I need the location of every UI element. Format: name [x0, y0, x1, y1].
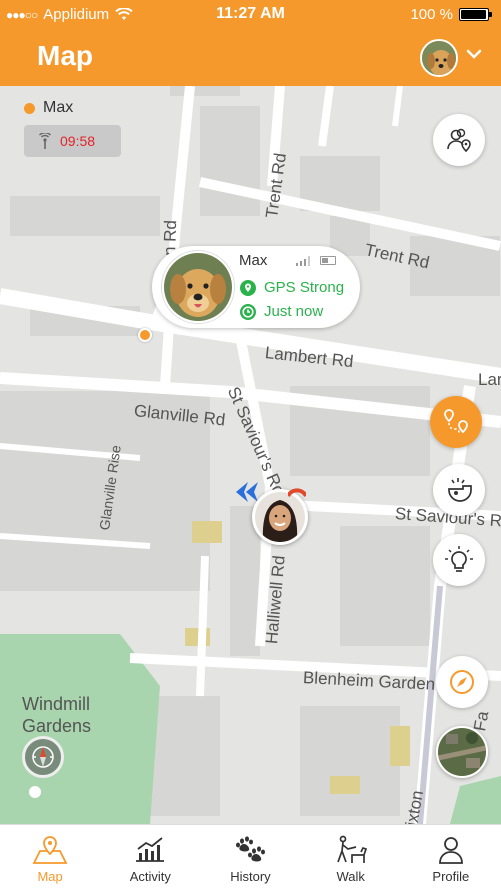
timer-value: 09:58	[60, 133, 96, 149]
light-button[interactable]	[433, 534, 485, 586]
dog-avatar-icon	[422, 41, 456, 75]
gps-pin-icon	[240, 279, 256, 296]
heading-indicator-icon	[288, 488, 306, 498]
pet-status-panel: Max 09:58	[24, 99, 121, 157]
pet-color-dot	[24, 102, 35, 114]
cell-signal-icon	[296, 256, 310, 266]
satellite-view-button[interactable]	[436, 726, 488, 778]
compass-icon	[450, 670, 474, 694]
tab-history[interactable]: History	[200, 825, 300, 890]
tab-label-profile: Profile	[432, 869, 470, 884]
whistle-icon	[448, 478, 472, 502]
tab-label-activity: Activity	[129, 869, 171, 884]
tab-label-map: Map	[37, 869, 63, 884]
walk-dog-icon	[336, 835, 367, 863]
tab-walk[interactable]: Walk	[301, 825, 401, 890]
battery-icon	[459, 8, 492, 21]
paw-icon	[236, 836, 266, 862]
pet-status-name: Max	[43, 99, 74, 116]
pet-info-popup[interactable]: Max GPS Strong Just now	[152, 246, 360, 328]
pet-location-marker[interactable]	[138, 328, 152, 342]
whistle-button[interactable]	[433, 464, 485, 516]
park-label-windmill-gardens: Windmill Gardens	[22, 694, 92, 736]
road-label-lambert-rd-cut: Lar	[478, 370, 501, 389]
lightbulb-icon	[445, 546, 473, 572]
route-button[interactable]	[430, 396, 482, 448]
people-pin-icon	[447, 128, 471, 153]
gps-status-row: GPS Strong	[240, 279, 344, 296]
status-bar: ●●●○○ Applidium 11:27 AM 100 %	[0, 0, 501, 30]
profile-icon	[438, 837, 463, 864]
last-update-text: Just now	[264, 303, 324, 320]
route-icon	[444, 409, 468, 434]
page-title: Map	[37, 40, 93, 71]
gps-status-text: GPS Strong	[264, 279, 345, 296]
battery-percent: 100 %	[410, 6, 453, 23]
signal-broadcast-icon	[39, 133, 51, 149]
tracking-timer: 09:58	[24, 125, 121, 157]
tab-profile[interactable]: Profile	[401, 825, 501, 890]
activity-icon	[136, 837, 165, 862]
pet-battery-icon	[320, 256, 336, 265]
user-photo-icon	[255, 492, 305, 542]
map-orientation-button[interactable]	[22, 736, 64, 778]
popup-pet-name: Max	[239, 252, 268, 269]
header-bar: ●●●○○ Applidium 11:27 AM 100 % Map	[0, 0, 501, 86]
last-update-row: Just now	[240, 303, 323, 320]
tab-label-walk: Walk	[336, 869, 365, 884]
friends-location-button[interactable]	[433, 114, 485, 166]
compass-button[interactable]	[436, 656, 488, 708]
map-view[interactable]: Trent Rd Trent Rd n Rd Lambert Rd Lar Gl…	[0, 86, 501, 824]
pet-avatar-selector[interactable]	[420, 39, 458, 77]
tab-map[interactable]: Map	[0, 825, 100, 890]
dog-photo-icon	[164, 253, 232, 321]
chevron-down-icon[interactable]	[466, 48, 482, 60]
map-icon	[32, 836, 68, 864]
clock-icon	[240, 303, 256, 320]
north-arrow-icon	[32, 746, 54, 768]
tab-activity[interactable]: Activity	[100, 825, 200, 890]
tab-bar: Map Activity History Walk Profile	[0, 824, 501, 890]
satellite-thumbnail-icon	[438, 728, 486, 776]
tab-label-history: History	[230, 869, 271, 884]
pet-photo	[162, 251, 234, 323]
